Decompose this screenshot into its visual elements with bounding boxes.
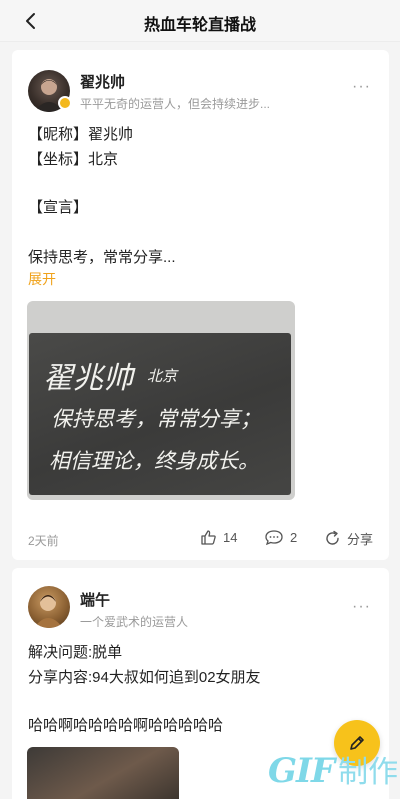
post-text-line: 【宣言】 [28, 199, 89, 216]
chalkboard: 翟兆帅 北京 保持思考，常常分享； 相信理论，终身成长。 [29, 333, 291, 495]
more-options-icon[interactable]: ··· [352, 598, 371, 616]
author-name[interactable]: 端午 [80, 589, 110, 610]
more-options-icon[interactable]: ··· [352, 78, 371, 96]
watermark: GIF 制作 [268, 747, 398, 791]
chalk-text: 北京 [147, 367, 178, 385]
like-button[interactable]: 14 [200, 529, 237, 546]
post-time: 2天前 [28, 534, 59, 548]
comment-icon [265, 530, 283, 546]
avatar[interactable] [28, 586, 70, 628]
comment-button[interactable]: 2 [264, 529, 297, 546]
share-icon [326, 530, 339, 545]
post-text-line: 哈哈啊哈哈哈哈啊哈哈哈哈哈 [28, 717, 224, 734]
chalk-text: 翟兆帅 [43, 361, 133, 396]
author-bio: 一个爱武术的运营人 [80, 615, 189, 629]
post-text-line: 分享内容:94大叔如何追到02女朋友 [28, 669, 261, 686]
share-label: 分享 [347, 532, 374, 547]
post-text-line: 解决问题:脱单 [28, 644, 123, 661]
page-title: 热血车轮直播战 [143, 17, 256, 34]
post-text-line: 【昵称】翟兆帅 [28, 126, 134, 143]
share-button[interactable]: 分享 [324, 529, 373, 548]
vip-badge-icon [58, 96, 72, 110]
chalk-text: 相信理论，终身成长。 [49, 449, 259, 473]
post-image[interactable]: 翟兆帅 北京 保持思考，常常分享； 相信理论，终身成长。 [27, 301, 295, 500]
expand-link[interactable]: 展开 [28, 269, 56, 289]
top-nav-bar: 热血车轮直播战 [0, 0, 400, 42]
author-name[interactable]: 翟兆帅 [80, 71, 125, 92]
chalk-text: 保持思考，常常分享； [51, 407, 261, 431]
like-count: 14 [223, 530, 238, 545]
thumbs-up-icon [201, 530, 216, 545]
author-bio: 平平无奇的运营人，但会持续进步... [80, 97, 271, 111]
watermark-text: 制作 [338, 755, 399, 790]
post-card[interactable]: 翟兆帅 平平无奇的运营人，但会持续进步... ··· 【昵称】翟兆帅 【坐标】北… [12, 50, 389, 560]
post-text-line: 保持思考，常常分享... [28, 249, 176, 266]
watermark-gif: GIF [268, 751, 335, 791]
post-image[interactable] [27, 747, 179, 799]
comment-count: 2 [290, 530, 298, 545]
post-text-line: 【坐标】北京 [28, 151, 119, 168]
